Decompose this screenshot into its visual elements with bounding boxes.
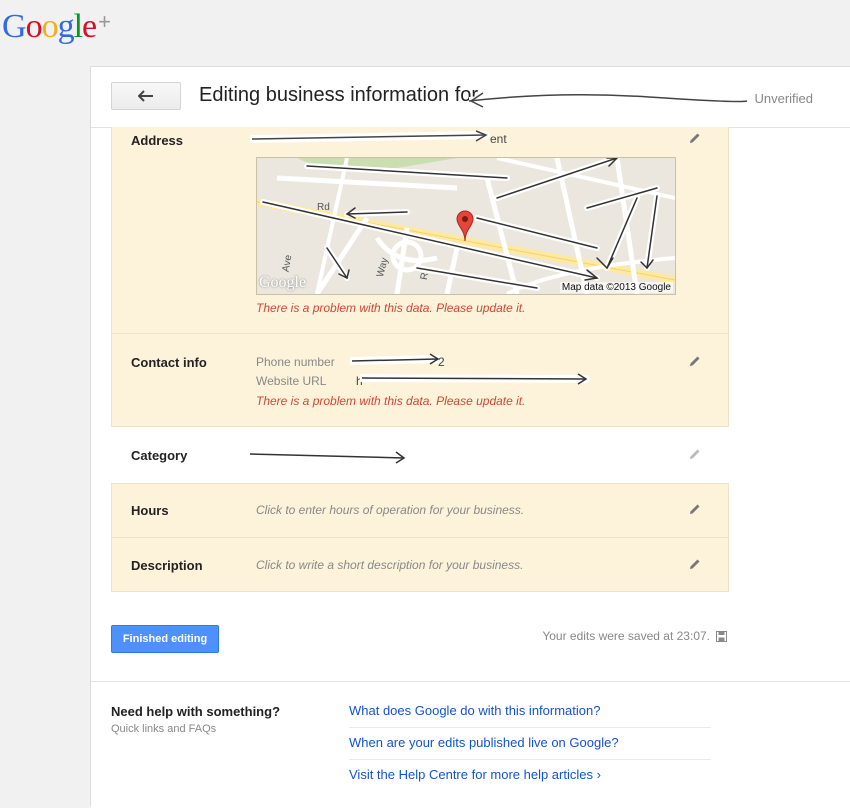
- logo-plus: +: [98, 9, 111, 34]
- help-link-help-centre[interactable]: Visit the Help Centre for more help arti…: [349, 767, 711, 791]
- category-label: Category: [131, 448, 188, 463]
- help-title: Need help with something?: [111, 704, 281, 719]
- address-label: Address: [131, 133, 184, 148]
- redaction-scribble: [360, 373, 590, 385]
- logo-letter: o: [25, 8, 43, 45]
- redaction-scribble: [250, 130, 490, 143]
- logo-letter: g: [57, 8, 75, 45]
- phone-value-end: 2: [438, 355, 445, 369]
- description-label: Description: [131, 558, 203, 573]
- contact-error: There is a problem with this data. Pleas…: [256, 394, 526, 408]
- logo-letter: o: [41, 8, 59, 45]
- contact-label: Contact info: [131, 355, 207, 370]
- page-header: Editing business information for Unverif…: [91, 67, 850, 128]
- website-url-label: Website URL: [256, 374, 327, 388]
- finished-editing-button[interactable]: Finished editing: [111, 625, 219, 653]
- pencil-icon[interactable]: [688, 131, 702, 145]
- pencil-icon[interactable]: [688, 447, 702, 461]
- contact-section[interactable]: Contact info Phone number 2 Website URL …: [111, 333, 729, 427]
- redaction-scribble: [469, 90, 751, 108]
- google-plus-logo[interactable]: Google+: [2, 2, 111, 47]
- category-section[interactable]: Category: [111, 427, 729, 483]
- pencil-icon[interactable]: [688, 502, 702, 516]
- address-value-end: ent: [490, 132, 507, 146]
- hours-section[interactable]: Hours Click to enter hours of operation …: [111, 483, 729, 538]
- logo-letter: l: [73, 8, 84, 45]
- save-status-text: Your edits were saved at 23:07.: [542, 629, 710, 643]
- back-arrow-icon: [138, 90, 153, 102]
- help-link-data-usage[interactable]: What does Google do with this informatio…: [349, 703, 711, 728]
- pencil-icon[interactable]: [688, 557, 702, 571]
- verification-status: Unverified: [754, 91, 813, 106]
- back-button[interactable]: [111, 82, 181, 110]
- pencil-icon[interactable]: [688, 354, 702, 368]
- floppy-disk-icon: [716, 630, 727, 642]
- help-link-publish-timing[interactable]: When are your edits published live on Go…: [349, 735, 711, 760]
- save-status: Your edits were saved at 23:07.: [542, 629, 727, 643]
- hours-placeholder[interactable]: Click to enter hours of operation for yo…: [256, 503, 524, 517]
- page-title: Editing business information for: [199, 84, 479, 106]
- logo-letter: e: [82, 8, 97, 45]
- edit-business-card: Editing business information for Unverif…: [90, 66, 850, 808]
- redaction-scribble: [248, 450, 408, 464]
- phone-label: Phone number: [256, 355, 335, 369]
- logo-letter: G: [2, 8, 27, 45]
- hours-label: Hours: [131, 503, 169, 518]
- description-section[interactable]: Description Click to write a short descr…: [111, 537, 729, 592]
- description-placeholder[interactable]: Click to write a short description for y…: [256, 558, 523, 572]
- address-error: There is a problem with this data. Pleas…: [256, 301, 526, 315]
- redaction-scribble: [260, 158, 660, 291]
- address-map[interactable]: Rd Rd Way Ave Google Map data ©2013 Goog…: [256, 157, 676, 295]
- address-section[interactable]: Address ent Rd Rd Way Ave Google Map dat…: [111, 127, 729, 334]
- help-panel: Need help with something? Quick links an…: [91, 681, 850, 808]
- redaction-scribble: [350, 353, 442, 365]
- help-subtitle: Quick links and FAQs: [111, 723, 217, 735]
